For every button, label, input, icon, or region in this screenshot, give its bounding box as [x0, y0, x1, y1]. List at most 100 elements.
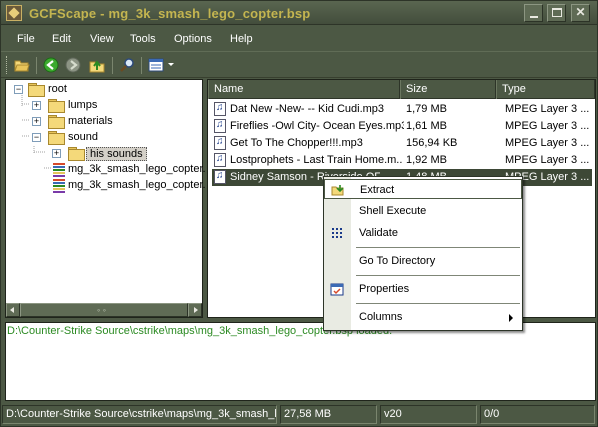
properties-icon [330, 283, 344, 296]
list-item[interactable]: Dat New -New- -- Kid Cudi.mp3 1,79 MB MP… [212, 101, 592, 118]
title-bar[interactable]: GCFScape - mg_3k_smash_lego_copter.bsp ✕ [1, 1, 597, 25]
list-item[interactable]: Get To The Chopper!!!.mp3 156,94 KB MPEG… [212, 135, 592, 152]
close-button[interactable]: ✕ [571, 4, 590, 22]
toolbar-grip[interactable] [6, 56, 8, 74]
tree-item-label: materials [68, 115, 113, 127]
column-header-type[interactable]: Type [496, 80, 595, 99]
back-button[interactable] [41, 56, 61, 75]
extract-icon [331, 185, 344, 196]
status-path: D:\Counter-Strike Source\cstrike\maps\mg… [2, 405, 277, 424]
folder-open-icon [28, 83, 45, 97]
maximize-button[interactable] [547, 4, 566, 22]
minimize-icon [530, 16, 538, 18]
search-icon [120, 58, 134, 72]
menu-item-go-to-directory[interactable]: Go To Directory [324, 251, 522, 271]
folder-open-icon [48, 131, 65, 145]
menu-item-label: Go To Directory [359, 255, 436, 267]
menu-options[interactable]: Options [174, 33, 212, 45]
menu-bar: File Edit View Tools Options Help [1, 27, 597, 51]
scroll-thumb[interactable]: ◦ ◦ [20, 303, 188, 317]
toolbar-separator [141, 57, 142, 74]
list-item[interactable]: Fireflies -Owl City- Ocean Eyes.mp3 1,61… [212, 118, 592, 135]
file-size: 1,92 MB [406, 154, 447, 166]
view-mode-icon [148, 58, 164, 72]
menu-item-label: Extract [360, 184, 395, 196]
tree-item-his-sounds[interactable]: + his sounds [12, 146, 202, 162]
menu-view[interactable]: View [90, 33, 114, 45]
file-type: MPEG Layer 3 ... [505, 154, 590, 166]
menu-separator [356, 275, 520, 276]
column-header-size[interactable]: Size [400, 80, 496, 99]
window-title: GCFScape - mg_3k_smash_lego_copter.bsp [29, 6, 311, 21]
menu-item-columns[interactable]: Columns [324, 307, 522, 327]
maximize-icon [552, 8, 562, 17]
menu-item-validate[interactable]: Validate [324, 223, 522, 243]
folder-icon [48, 99, 65, 113]
tree-item-label: lumps [68, 99, 98, 111]
audio-file-icon [214, 102, 226, 116]
menu-item-shell-execute[interactable]: Shell Execute [324, 201, 522, 221]
status-version: v20 [380, 405, 477, 424]
file-type: MPEG Layer 3 ... [505, 120, 590, 132]
up-folder-icon [89, 60, 105, 73]
menu-tools[interactable]: Tools [130, 33, 156, 45]
collapse-icon[interactable]: − [14, 85, 23, 94]
tree-item-label: mg_3k_smash_lego_copter. [68, 163, 206, 175]
tree-item-root[interactable]: − root [12, 82, 202, 98]
tree-item-label: root [48, 83, 67, 95]
collapse-icon[interactable]: − [32, 133, 41, 142]
chevron-down-icon [168, 63, 174, 66]
audio-file-icon [214, 136, 226, 150]
view-mode-button[interactable] [146, 56, 176, 75]
minimize-button[interactable] [524, 4, 543, 22]
toolbar-separator [36, 57, 37, 74]
menu-item-label: Shell Execute [359, 205, 427, 217]
file-name: Fireflies -Owl City- Ocean Eyes.mp3 [230, 120, 404, 132]
file-name: Get To The Chopper!!!.mp3 [230, 137, 363, 149]
tree-item-label: sound [68, 131, 98, 143]
expand-icon[interactable]: + [52, 149, 61, 158]
status-count: 0/0 [480, 405, 595, 424]
menu-separator [356, 303, 520, 304]
tree-horizontal-scrollbar[interactable]: ◦ ◦ [6, 303, 202, 317]
expand-icon[interactable]: + [32, 117, 41, 126]
menu-item-properties[interactable]: Properties [324, 279, 522, 299]
status-size: 27,58 MB [280, 405, 377, 424]
menu-file[interactable]: File [17, 33, 35, 45]
bsp-file-icon [52, 162, 66, 177]
file-size: 1,79 MB [406, 103, 447, 115]
search-button[interactable] [117, 56, 137, 75]
log-panel[interactable]: D:\Counter-Strike Source\cstrike\maps\mg… [5, 322, 596, 401]
menu-item-extract[interactable]: Extract [324, 179, 522, 199]
menu-item-label: Columns [359, 311, 403, 323]
column-header-name[interactable]: Name [208, 80, 400, 99]
menu-help[interactable]: Help [230, 33, 253, 45]
status-bar: D:\Counter-Strike Source\cstrike\maps\mg… [1, 404, 597, 426]
tree-item-bsp-2[interactable]: mg_3k_smash_lego_copter. [12, 178, 206, 194]
scroll-left-button[interactable] [6, 303, 20, 317]
folder-tree[interactable]: − root + lumps + materials − sound + his… [5, 79, 206, 318]
menu-item-label: Properties [359, 283, 410, 295]
audio-file-icon [214, 119, 226, 133]
scroll-right-button[interactable] [188, 303, 202, 317]
tree-item-materials[interactable]: + materials [12, 114, 202, 130]
tree-item-label: mg_3k_smash_lego_copter. [68, 179, 206, 191]
validate-icon [332, 228, 342, 238]
back-icon [43, 57, 59, 73]
tree-item-bsp-1[interactable]: mg_3k_smash_lego_copter. [12, 162, 206, 178]
list-item[interactable]: Lostprophets - Last Train Home.m... 1,92… [212, 152, 592, 169]
file-name: Lostprophets - Last Train Home.m... [230, 154, 402, 166]
file-type: MPEG Layer 3 ... [505, 137, 590, 149]
file-name: Dat New -New- -- Kid Cudi.mp3 [230, 103, 385, 115]
forward-button[interactable] [63, 56, 83, 75]
grip-icon: ◦ ◦ [97, 305, 106, 315]
up-folder-button[interactable] [87, 56, 107, 75]
folder-icon [48, 115, 65, 129]
tree-item-lumps[interactable]: + lumps [12, 98, 202, 114]
tree-item-sound[interactable]: − sound [12, 130, 202, 146]
open-button[interactable] [12, 56, 32, 75]
folder-icon [68, 147, 85, 161]
close-icon: ✕ [575, 5, 586, 19]
expand-icon[interactable]: + [32, 101, 41, 110]
menu-edit[interactable]: Edit [52, 33, 71, 45]
